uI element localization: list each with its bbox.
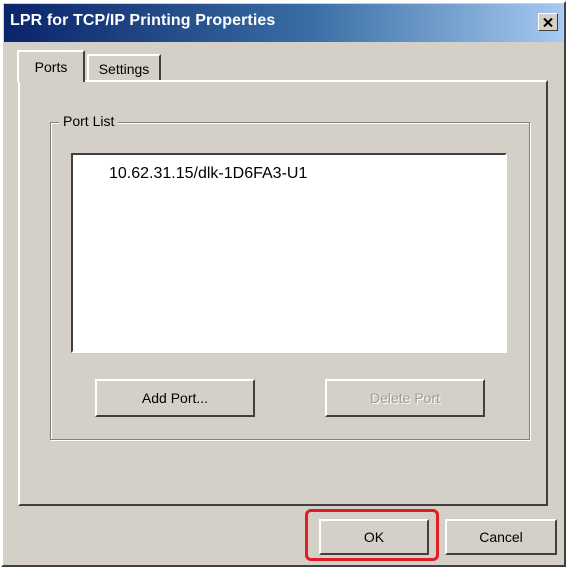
- list-item[interactable]: 10.62.31.15/dlk-1D6FA3-U1: [109, 165, 307, 183]
- close-icon: [543, 17, 553, 27]
- close-button[interactable]: [538, 13, 558, 31]
- port-list-group: Port List 10.62.31.15/dlk-1D6FA3-U1 Add …: [50, 113, 530, 440]
- tab-ports[interactable]: Ports: [17, 50, 85, 82]
- port-listbox[interactable]: 10.62.31.15/dlk-1D6FA3-U1: [71, 153, 507, 353]
- port-list-label: Port List: [59, 113, 119, 129]
- title-bar[interactable]: LPR for TCP/IP Printing Properties: [4, 4, 563, 42]
- delete-port-button[interactable]: Delete Port: [325, 379, 485, 417]
- ports-tab-panel: Port List 10.62.31.15/dlk-1D6FA3-U1 Add …: [18, 80, 548, 506]
- tab-settings[interactable]: Settings: [87, 54, 161, 82]
- cancel-button[interactable]: Cancel: [445, 519, 557, 555]
- window-title: LPR for TCP/IP Printing Properties: [10, 12, 276, 29]
- add-port-button[interactable]: Add Port...: [95, 379, 255, 417]
- ok-button[interactable]: OK: [319, 519, 429, 555]
